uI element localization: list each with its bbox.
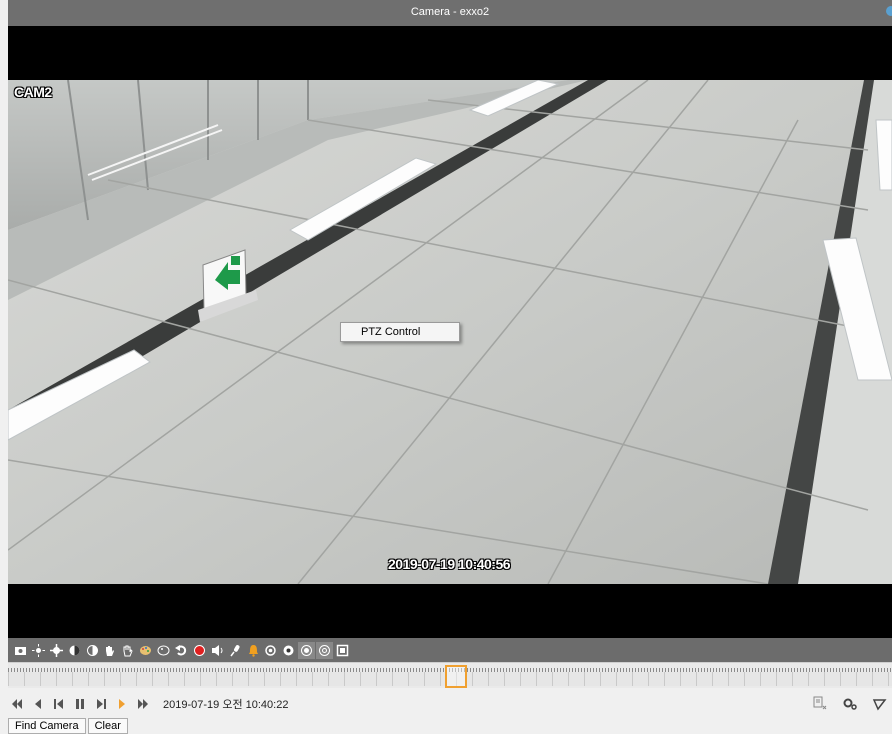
window-edge [0,0,8,734]
camera-window: Camera - exxo2 CAM2 2019-07-19 10:40:56 … [0,0,892,734]
rewind-to-start-icon[interactable] [8,695,25,713]
iris-icon[interactable] [280,642,297,659]
context-menu: PTZ Control [340,322,460,342]
brightness-up-icon[interactable] [30,642,47,659]
color-outline-icon[interactable] [155,642,172,659]
brightness-down-icon[interactable] [48,642,65,659]
fullscreen-icon[interactable] [334,642,351,659]
window-title: Camera - exxo2 [410,6,490,18]
app-indicator-icon [886,6,892,16]
focus-icon[interactable] [262,642,279,659]
clear-button[interactable]: Clear [87,718,128,734]
playback-timeline[interactable] [8,662,892,688]
playback-time: 2019-07-19 오전 10:40:22 [163,699,289,711]
menu-item-ptz-control[interactable]: PTZ Control [361,323,459,341]
hand-outline-icon[interactable] [119,642,136,659]
export-icon[interactable] [812,696,828,712]
speaker-icon[interactable] [209,642,226,659]
osd-timestamp: 2019-07-19 10:40:56 [388,556,511,572]
collapse-arrow-icon[interactable] [872,696,888,712]
tour-icon[interactable] [316,641,334,659]
camera-name-overlay: CAM2 [14,84,52,100]
frame-back-icon[interactable] [50,695,67,713]
find-camera-button[interactable]: Find Camera [8,718,86,734]
step-back-icon[interactable] [29,695,46,713]
record-icon[interactable] [191,642,208,659]
contrast-up-icon[interactable] [66,642,83,659]
fast-forward-icon[interactable] [134,695,151,713]
title-bar[interactable]: Camera - exxo2 [8,0,892,26]
playback-controls: 2019-07-19 오전 10:40:22 [8,690,892,718]
frame-forward-icon[interactable] [92,695,109,713]
preset-icon[interactable] [298,641,316,659]
camera-control-toolbar [8,638,892,662]
timeline-cursor[interactable] [445,665,467,688]
video-viewer[interactable]: CAM2 2019-07-19 10:40:56 PTZ Control [8,26,892,638]
hand-icon[interactable] [101,642,118,659]
right-toolbar [812,696,888,712]
contrast-down-icon[interactable] [84,642,101,659]
microphone-icon[interactable] [227,642,244,659]
play-icon[interactable] [113,695,130,713]
color-icon[interactable] [137,642,154,659]
settings-gear-icon[interactable] [842,696,858,712]
alarm-icon[interactable] [245,642,262,659]
pause-icon[interactable] [71,695,88,713]
undo-icon[interactable] [173,642,190,659]
bottom-buttons: Find Camera Clear [8,718,128,734]
snapshot-icon[interactable] [12,642,29,659]
